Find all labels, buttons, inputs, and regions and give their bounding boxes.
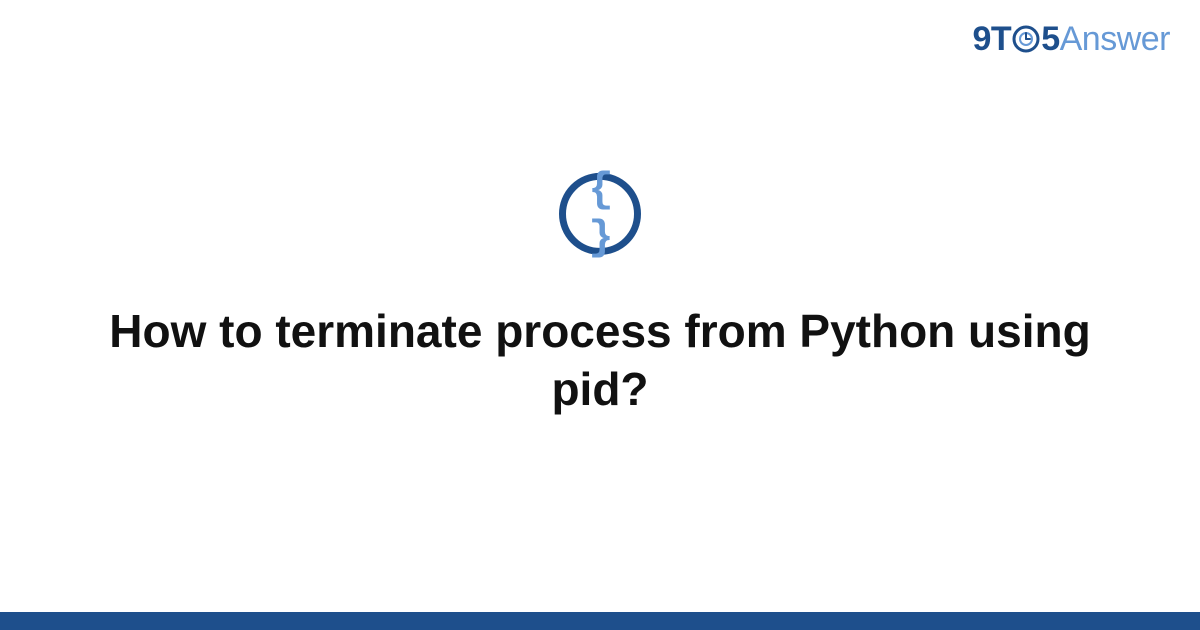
logo-text-answer: Answer <box>1060 20 1170 58</box>
logo-text-9t: 9T <box>973 20 1012 58</box>
logo-clock-icon <box>1011 24 1041 54</box>
page-title: How to terminate process from Python usi… <box>0 303 1200 418</box>
braces-icon: { } <box>566 166 634 262</box>
code-icon: { } <box>559 173 641 255</box>
site-logo: 9T 5Answer <box>973 20 1170 59</box>
footer-bar <box>0 612 1200 630</box>
logo-text-5: 5 <box>1041 20 1059 58</box>
main-content: { } How to terminate process from Python… <box>0 173 1200 418</box>
code-circle: { } <box>559 173 641 255</box>
